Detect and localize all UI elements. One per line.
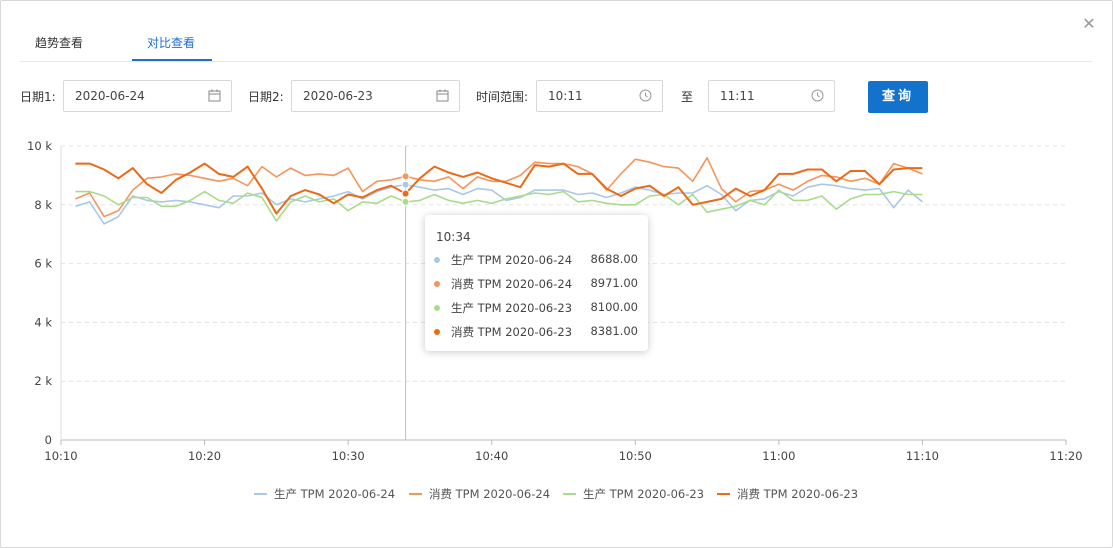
tab-compare-view[interactable]: 对比查看 <box>147 34 195 51</box>
hover-point <box>401 189 410 198</box>
date2-value: 2020-06-23 <box>303 89 373 103</box>
tooltip-series-name: 生产 TPM 2020-06-24 <box>451 253 573 267</box>
series-dot <box>434 329 440 335</box>
time-range-separator: 至 <box>681 90 694 104</box>
tooltip-row: 生产 TPM 2020-06-23 8100.00 <box>425 300 648 316</box>
date1-picker[interactable]: 2020-06-24 <box>63 80 232 112</box>
y-tick-label: 8 k <box>34 198 52 212</box>
x-tick-label: 11:00 <box>762 449 795 463</box>
y-tick-label: 10 k <box>27 139 52 153</box>
clock-icon <box>811 89 824 102</box>
tooltip-series-name: 消费 TPM 2020-06-23 <box>451 325 573 339</box>
chart-tooltip: 10:34 生产 TPM 2020-06-24 8688.00 消费 TPM 2… <box>425 215 648 351</box>
legend-label: 生产 TPM 2020-06-24 <box>274 487 396 501</box>
x-tick-label: 10:20 <box>188 449 221 463</box>
time-end-picker[interactable]: 11:11 <box>708 80 835 112</box>
series-dot <box>434 305 440 311</box>
tooltip-row: 生产 TPM 2020-06-24 8688.00 <box>425 252 648 268</box>
series-dot <box>434 281 440 287</box>
legend-label: 生产 TPM 2020-06-23 <box>583 487 705 501</box>
tooltip-series-name: 消费 TPM 2020-06-24 <box>451 277 573 291</box>
time-range-label: 时间范围: <box>476 90 529 104</box>
calendar-icon <box>436 89 449 102</box>
x-tick-label: 11:10 <box>906 449 939 463</box>
series-dot <box>434 257 440 263</box>
calendar-icon <box>208 89 221 102</box>
time-start-picker[interactable]: 10:11 <box>536 80 663 112</box>
legend-label: 消费 TPM 2020-06-23 <box>737 487 859 501</box>
y-tick-label: 2 k <box>34 374 52 388</box>
x-tick-label: 11:20 <box>1049 449 1082 463</box>
tab-trend-view[interactable]: 趋势查看 <box>35 34 83 51</box>
y-tick-label: 0 <box>45 433 52 447</box>
y-tick-label: 6 k <box>34 257 52 271</box>
tooltip-series-value: 8688.00 <box>590 252 638 266</box>
tooltip-series-value: 8971.00 <box>590 276 638 290</box>
time-start-value: 10:11 <box>548 89 583 103</box>
time-end-value: 11:11 <box>720 89 755 103</box>
tab-bar: 趋势查看 对比查看 <box>20 30 1092 62</box>
tooltip-series-value: 8381.00 <box>590 324 638 338</box>
legend-swatch <box>254 493 267 495</box>
legend-swatch <box>409 493 422 495</box>
legend-label: 消费 TPM 2020-06-24 <box>429 487 551 501</box>
x-tick-label: 10:40 <box>475 449 508 463</box>
hover-point <box>401 180 410 189</box>
date2-picker[interactable]: 2020-06-23 <box>291 80 460 112</box>
tooltip-time: 10:34 <box>436 230 471 244</box>
tooltip-series-value: 8100.00 <box>590 300 638 314</box>
tooltip-series-name: 生产 TPM 2020-06-23 <box>451 301 573 315</box>
y-tick-label: 4 k <box>34 315 52 329</box>
date1-value: 2020-06-24 <box>75 89 145 103</box>
x-tick-label: 10:10 <box>44 449 77 463</box>
date2-label: 日期2: <box>248 90 284 104</box>
chart-legend: 生产 TPM 2020-06-24 消费 TPM 2020-06-24 生产 T… <box>0 486 1113 502</box>
legend-swatch <box>563 493 576 495</box>
tooltip-row: 消费 TPM 2020-06-24 8971.00 <box>425 276 648 292</box>
hover-point <box>401 172 410 181</box>
x-tick-label: 10:50 <box>619 449 652 463</box>
date1-label: 日期1: <box>20 90 56 104</box>
legend-swatch <box>717 493 730 495</box>
hover-point <box>401 197 410 206</box>
x-tick-label: 10:30 <box>332 449 365 463</box>
active-tab-indicator <box>132 59 212 61</box>
clock-icon <box>639 89 652 102</box>
tooltip-row: 消费 TPM 2020-06-23 8381.00 <box>425 324 648 340</box>
query-button[interactable]: 查询 <box>868 81 928 113</box>
series-line-2 <box>75 156 923 218</box>
